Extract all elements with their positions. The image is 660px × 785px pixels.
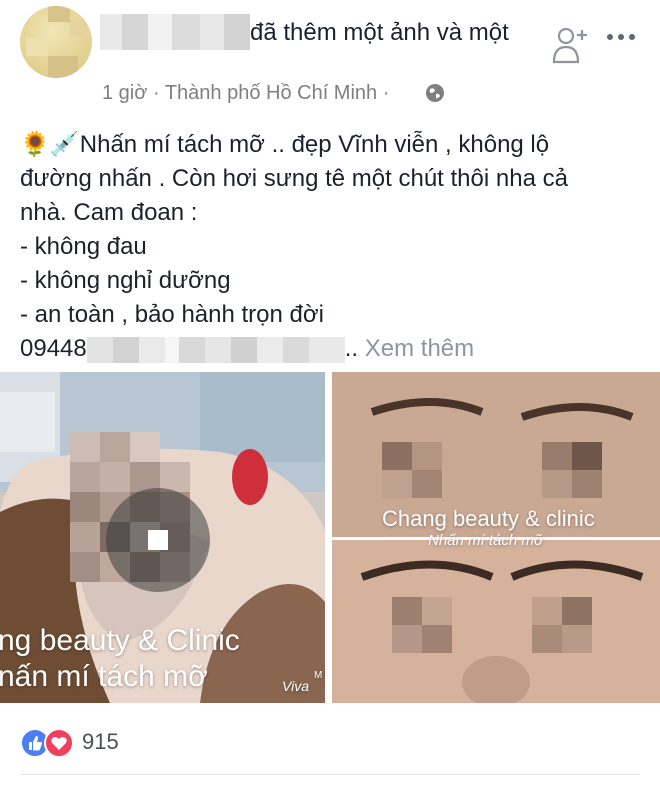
photo-left-caption-1: ng beauty & Clinic bbox=[0, 624, 240, 657]
more-icon[interactable] bbox=[606, 32, 636, 42]
meta-separator: · bbox=[382, 82, 390, 104]
phone-number-blurred bbox=[86, 335, 345, 365]
photo-left-watermark: Viva bbox=[282, 678, 309, 694]
post-action-text: đã thêm một ảnh và một bbox=[250, 19, 509, 46]
post-line-6: - an toàn , bảo hành trọn đời bbox=[20, 301, 324, 328]
add-friend-icon[interactable] bbox=[552, 24, 590, 64]
meta-separator: · bbox=[152, 82, 160, 104]
syringe-icon: 💉 bbox=[49, 131, 80, 158]
love-icon[interactable] bbox=[44, 728, 74, 758]
post-line-2: đường nhấn . Còn hơi sưng tê một chút th… bbox=[20, 165, 568, 192]
post-meta: 1 giờ · Thành phố Hồ Chí Minh · bbox=[102, 82, 389, 105]
post-time[interactable]: 1 giờ bbox=[102, 82, 147, 104]
photo-left-caption-2: nấn mí tách mỡ bbox=[0, 660, 208, 693]
post-location[interactable]: Thành phố Hồ Chí Minh bbox=[165, 82, 377, 104]
post-text: Nhấn mí tách mỡ .. đẹp Vĩnh viễn , không… bbox=[79, 131, 550, 158]
see-more-link[interactable]: Xem thêm bbox=[365, 335, 474, 362]
reaction-count[interactable]: 915 bbox=[82, 729, 119, 755]
post-line-5: - không nghỉ dưỡng bbox=[20, 267, 231, 294]
divider bbox=[20, 774, 640, 775]
photo-right-caption-2: Nhấn mí tách mỡ bbox=[428, 532, 543, 549]
post-body: 🌻💉Nhấn mí tách mỡ .. đẹp Vĩnh viễn , khô… bbox=[20, 128, 630, 366]
post-ellipsis: .. bbox=[344, 335, 359, 362]
phone-prefix: 09448 bbox=[20, 335, 87, 362]
author-avatar[interactable] bbox=[20, 6, 92, 78]
post-line-4: - không đau bbox=[20, 233, 147, 260]
globe-icon[interactable] bbox=[425, 83, 445, 103]
post-line-7: 09448 .. Xem thêm bbox=[20, 332, 630, 366]
post-line-1: 🌻💉Nhấn mí tách mỡ .. đẹp Vĩnh viễn , khô… bbox=[20, 128, 630, 162]
photo-left-watermark-small: M bbox=[314, 670, 323, 681]
author-name-blurred[interactable] bbox=[100, 14, 250, 50]
post-line-3: nhà. Cam đoan : bbox=[20, 199, 198, 226]
post-photo-left[interactable]: ng beauty & Clinic nấn mí tách mỡ Viva M bbox=[0, 372, 325, 703]
photo-right-caption-1: Chang beauty & clinic bbox=[382, 506, 595, 531]
sunflower-icon: 🌻 bbox=[20, 131, 50, 158]
post-photo-right[interactable]: Chang beauty & clinic Nhấn mí tách mỡ bbox=[332, 372, 660, 703]
